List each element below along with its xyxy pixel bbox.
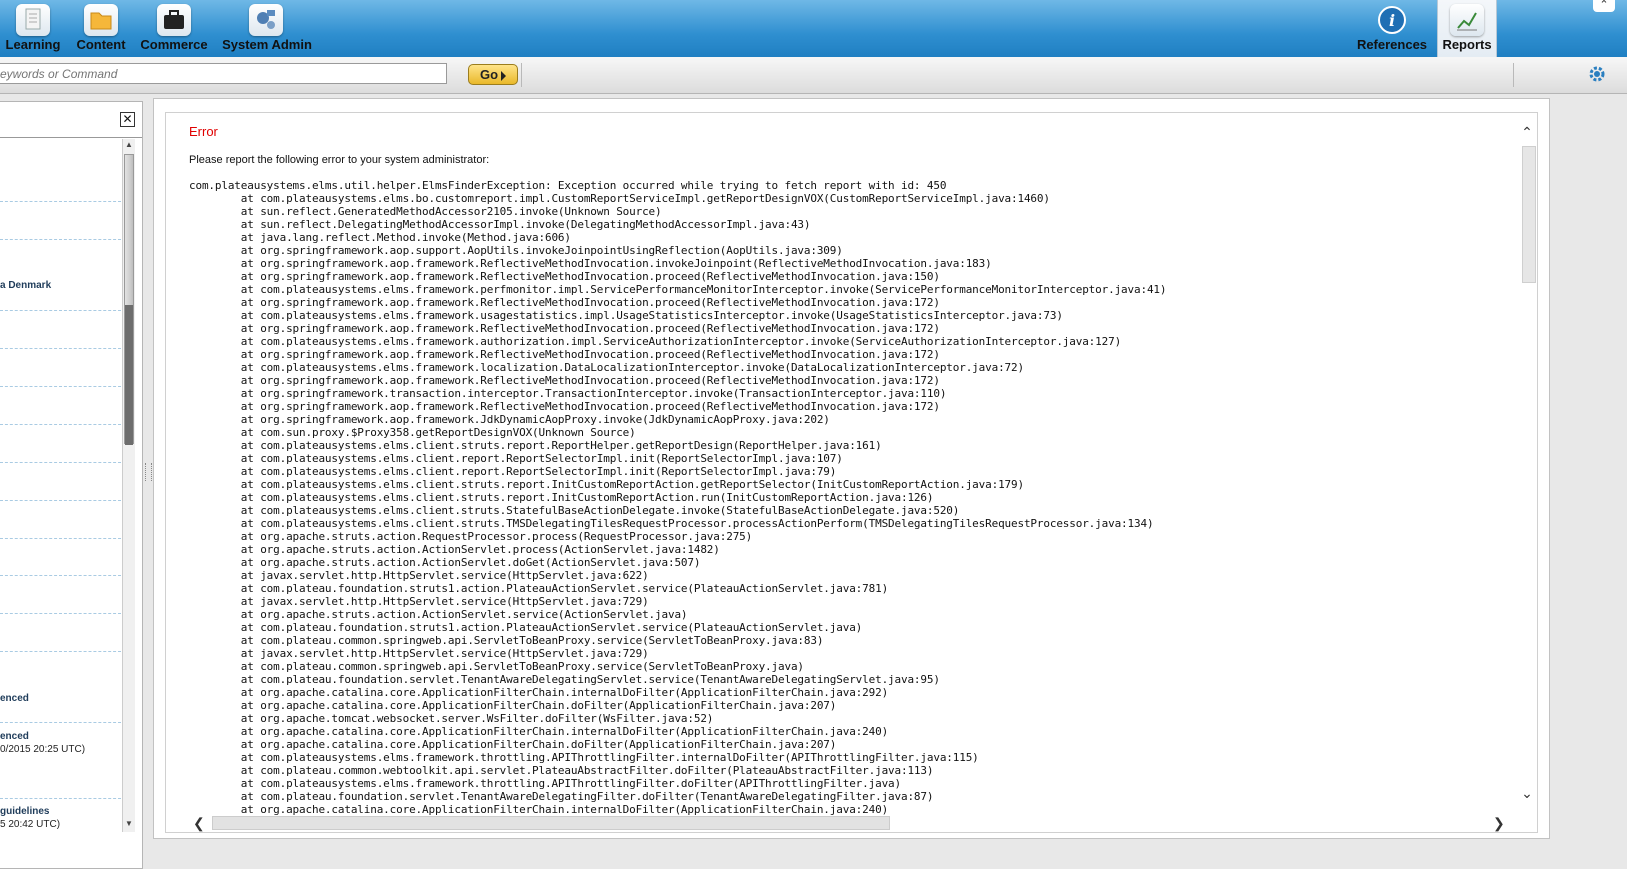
scroll-down-icon[interactable]: ▼ (124, 819, 134, 829)
svg-text:i: i (1389, 11, 1395, 30)
close-panel-button[interactable]: ✕ (120, 112, 135, 127)
briefcase-icon (157, 4, 191, 36)
nav-commerce[interactable]: Commerce (138, 0, 210, 57)
chart-icon (1450, 4, 1484, 36)
horizontal-scrollbar-thumb[interactable] (212, 816, 890, 830)
scrollbar-thumb-shade (125, 305, 133, 445)
info-icon: i (1375, 4, 1409, 36)
nav-system-admin[interactable]: System Admin (222, 0, 312, 57)
scroll-right-icon[interactable]: ❯ (1493, 815, 1507, 831)
nav-reports-label: Reports (1442, 37, 1492, 52)
panel-splitter-handle[interactable] (145, 463, 152, 481)
list-divider (0, 462, 121, 463)
collapse-header-button[interactable]: ⌃ (1593, 0, 1615, 12)
vertical-scrollbar-thumb[interactable] (1522, 146, 1536, 283)
list-item[interactable]: guidelines (0, 806, 49, 817)
left-panel-scrollbar[interactable]: ▲ ▼ (122, 139, 135, 832)
list-divider (0, 651, 121, 652)
list-divider (0, 500, 121, 501)
list-divider (0, 386, 121, 387)
list-item-date: 0/2015 20:25 UTC) (0, 744, 86, 755)
search-toolbar: Go (0, 57, 1627, 94)
list-item[interactable]: enced (0, 731, 29, 742)
error-message: Please report the following error to you… (189, 154, 490, 166)
list-divider (0, 239, 121, 240)
nav-content-label: Content (76, 37, 126, 52)
scroll-up-icon[interactable]: ▲ (124, 140, 134, 150)
nav-references[interactable]: i References (1352, 0, 1432, 57)
scroll-down-icon[interactable]: ⌄ (1519, 785, 1535, 801)
nav-system-admin-label: System Admin (222, 37, 312, 52)
list-divider (0, 201, 121, 202)
list-divider (0, 424, 121, 425)
nav-learning-label: Learning (5, 37, 61, 52)
go-button[interactable]: Go (468, 64, 518, 85)
nav-content[interactable]: Content (70, 0, 132, 57)
admin-gear-icon (249, 4, 283, 36)
panel-header-divider (0, 137, 142, 138)
settings-gear-icon[interactable] (1587, 64, 1607, 84)
search-input[interactable] (0, 63, 447, 84)
folder-icon (84, 4, 118, 36)
toolbar-divider (1513, 63, 1514, 87)
list-divider (0, 722, 121, 723)
list-item-date: 5 20:42 UTC) (0, 819, 61, 830)
nav-commerce-label: Commerce (140, 37, 208, 52)
list-item[interactable]: a Denmark (0, 280, 51, 291)
nav-learning[interactable]: Learning (0, 0, 66, 57)
toolbar-divider (521, 63, 522, 87)
document-icon (16, 4, 50, 36)
go-button-label: Go (479, 67, 499, 82)
play-arrow-icon (501, 70, 507, 81)
nav-references-label: References (1356, 37, 1428, 52)
list-divider (0, 798, 121, 799)
list-divider (0, 348, 121, 349)
chevron-up-icon: ⌃ (1599, 0, 1609, 11)
list-item[interactable]: enced (0, 693, 29, 704)
scroll-up-icon[interactable]: ⌃ (1519, 124, 1535, 140)
list-divider (0, 613, 121, 614)
stack-trace: com.plateausystems.elms.util.helper.Elms… (189, 179, 1167, 815)
error-title: Error (189, 124, 218, 139)
list-divider (0, 538, 121, 539)
list-divider (0, 310, 121, 311)
scrollbar-thumb[interactable] (124, 154, 134, 445)
scroll-left-icon[interactable]: ❮ (193, 815, 207, 831)
list-divider (0, 575, 121, 576)
top-navigation-bar: Learning Content Commerce System Admin i… (0, 0, 1627, 57)
close-icon: ✕ (122, 112, 133, 126)
nav-reports[interactable]: Reports (1437, 0, 1497, 57)
